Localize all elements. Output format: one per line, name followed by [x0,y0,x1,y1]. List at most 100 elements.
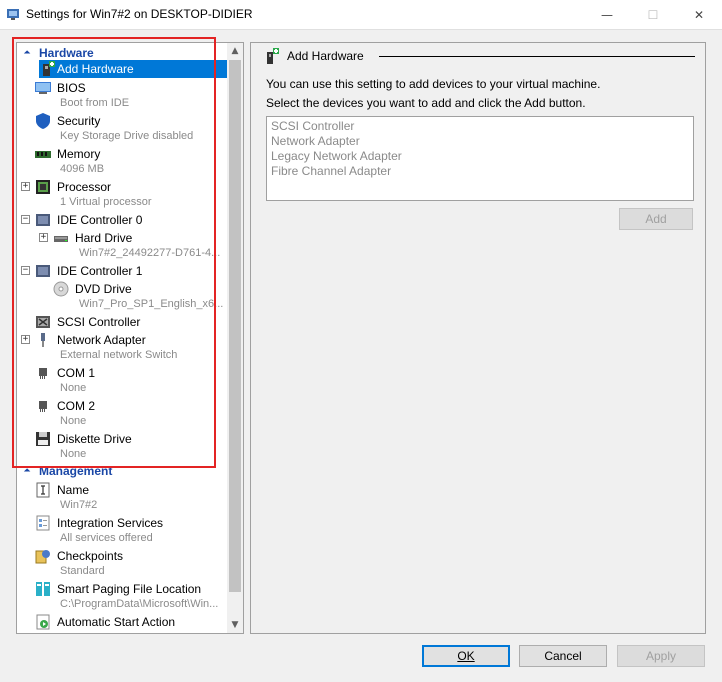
tree-item-dvd-drive[interactable]: DVD Drive [17,280,229,298]
device-option[interactable]: Fibre Channel Adapter [271,164,689,179]
tree-item-sub: Standard [60,565,105,577]
device-option[interactable]: Legacy Network Adapter [271,149,689,164]
tree-item-sub: 4096 MB [60,163,105,175]
window-title: Settings for Win7#2 on DESKTOP-DIDIER [26,7,253,21]
add-hardware-icon [43,61,55,76]
maximize-icon: ☐ [647,8,659,22]
floppy-disk-icon [36,432,50,446]
dvd-disc-icon [53,281,69,297]
automatic-start-icon [36,614,50,630]
tree-item-bios[interactable]: BIOS [17,79,229,97]
tree-item-sub: None [60,415,87,427]
tree-item-label: Security [57,114,101,128]
panel-title: Add Hardware [287,49,364,63]
tree-item-automatic-start-action[interactable]: Automatic Start Action [17,613,229,631]
com-port-icon [39,401,47,412]
cancel-button[interactable]: Cancel [519,645,607,667]
tree-item-sub: Win7#2 [60,499,98,511]
tree-item-label: BIOS [57,81,86,95]
settings-tree[interactable]: ⏶ Hardware Add Hardware BIOS Boot from I… [16,42,244,634]
scroll-down-arrow-icon[interactable]: ▼ [227,617,243,633]
tree-item-checkpoints[interactable]: Checkpoints [17,547,229,565]
tree-item-network-adapter[interactable]: + Network Adapter [17,331,229,349]
title-bar: Settings for Win7#2 on DESKTOP-DIDIER — … [0,0,722,30]
tree-item-sub: C:\ProgramData\Microsoft\Win... [60,598,219,610]
processor-chip-icon [36,180,50,194]
panel-header: Add Hardware [265,48,695,64]
tree-item-name[interactable]: Name [17,481,229,499]
tree-item-label: Hard Drive [75,231,133,245]
apply-button[interactable]: Apply [617,645,705,667]
tree-item-add-hardware[interactable]: Add Hardware [17,60,229,78]
tree-item-diskette-drive[interactable]: Diskette Drive [17,430,229,448]
ok-button[interactable]: OK [422,645,510,667]
hardware-header-label: Hardware [39,46,94,60]
tree-item-sub: 1 Virtual processor [60,196,152,208]
tree-item-label: Network Adapter [57,333,146,347]
ide-controller-icon [36,214,50,226]
ide-controller-icon [36,265,50,277]
apply-label: Apply [645,649,677,663]
tree-item-label: DVD Drive [75,282,132,296]
tree-item-com-2[interactable]: COM 2 [17,397,229,415]
hardware-section-header[interactable]: ⏶ Hardware [19,45,225,61]
tree-item-label: Checkpoints [57,549,124,563]
tree-item-label: Memory [57,147,101,161]
expand-plus-icon[interactable]: + [21,335,30,344]
expand-plus-icon[interactable]: + [39,233,48,242]
collapse-minus-icon[interactable]: − [21,266,30,275]
tree-item-scsi-controller[interactable]: SCSI Controller [17,313,229,331]
tree-item-label: Processor [57,180,112,194]
maximize-button[interactable]: ☐ [630,0,676,30]
tree-item-smart-paging[interactable]: Smart Paging File Location [17,580,229,598]
hard-drive-icon [54,236,68,242]
scroll-thumb[interactable] [229,60,241,592]
ok-label: OK [457,649,475,663]
name-tag-icon [36,482,50,498]
tree-item-security[interactable]: Security [17,112,229,130]
tree-item-label: IDE Controller 1 [57,264,143,278]
tree-item-integration-services[interactable]: Integration Services [17,514,229,532]
minimize-button[interactable]: — [584,0,630,30]
tree-item-sub: Win7_Pro_SP1_English_x6... [79,298,224,310]
collapse-minus-icon[interactable]: − [21,215,30,224]
close-button[interactable]: ✕ [676,0,722,30]
tree-item-com-1[interactable]: COM 1 [17,364,229,382]
tree-item-memory[interactable]: Memory [17,145,229,163]
tree-item-label: Diskette Drive [57,432,132,446]
smart-paging-icon [36,582,50,596]
tree-item-sub: All services offered [60,532,153,544]
network-adapter-icon [41,333,45,347]
device-option[interactable]: Network Adapter [271,134,689,149]
scroll-up-arrow-icon[interactable]: ▲ [227,43,243,59]
management-header-label: Management [39,464,113,478]
integration-services-icon [36,515,50,531]
com-port-icon [39,368,47,379]
tree-item-label: Add Hardware [57,62,134,76]
tree-item-sub: Key Storage Drive disabled [60,130,194,142]
details-panel: Add Hardware You can use this setting to… [250,42,706,634]
checkpoints-camera-icon [35,550,50,564]
tree-item-label: Integration Services [57,516,164,530]
tree-scrollbar[interactable]: ▲ ▼ [227,43,243,633]
tree-item-ide-controller-0[interactable]: − IDE Controller 0 [17,211,229,229]
expand-plus-icon[interactable]: + [21,182,30,191]
tree-item-ide-controller-1[interactable]: − IDE Controller 1 [17,262,229,280]
device-option[interactable]: SCSI Controller [271,119,689,134]
tree-item-label: Smart Paging File Location [57,582,202,596]
add-button[interactable]: Add [619,208,693,230]
cancel-label: Cancel [544,649,582,663]
tree-item-processor[interactable]: + Processor [17,178,229,196]
close-icon: ✕ [693,8,705,22]
panel-description: You can use this setting to add devices … [266,77,601,91]
device-listbox[interactable]: SCSI Controller Network Adapter Legacy N… [266,116,694,201]
tree-item-label: COM 1 [57,366,96,380]
management-section-header[interactable]: ⏶ Management [19,463,225,479]
tree-item-label: Name [57,483,90,497]
tree-item-sub: Boot from IDE [60,97,130,109]
tree-item-sub: None [60,448,87,460]
tree-item-label: IDE Controller 0 [57,213,143,227]
tree-item-hard-drive[interactable]: + Hard Drive [17,229,229,247]
tree-item-label: Automatic Start Action [57,615,176,629]
minimize-icon: — [601,8,613,22]
